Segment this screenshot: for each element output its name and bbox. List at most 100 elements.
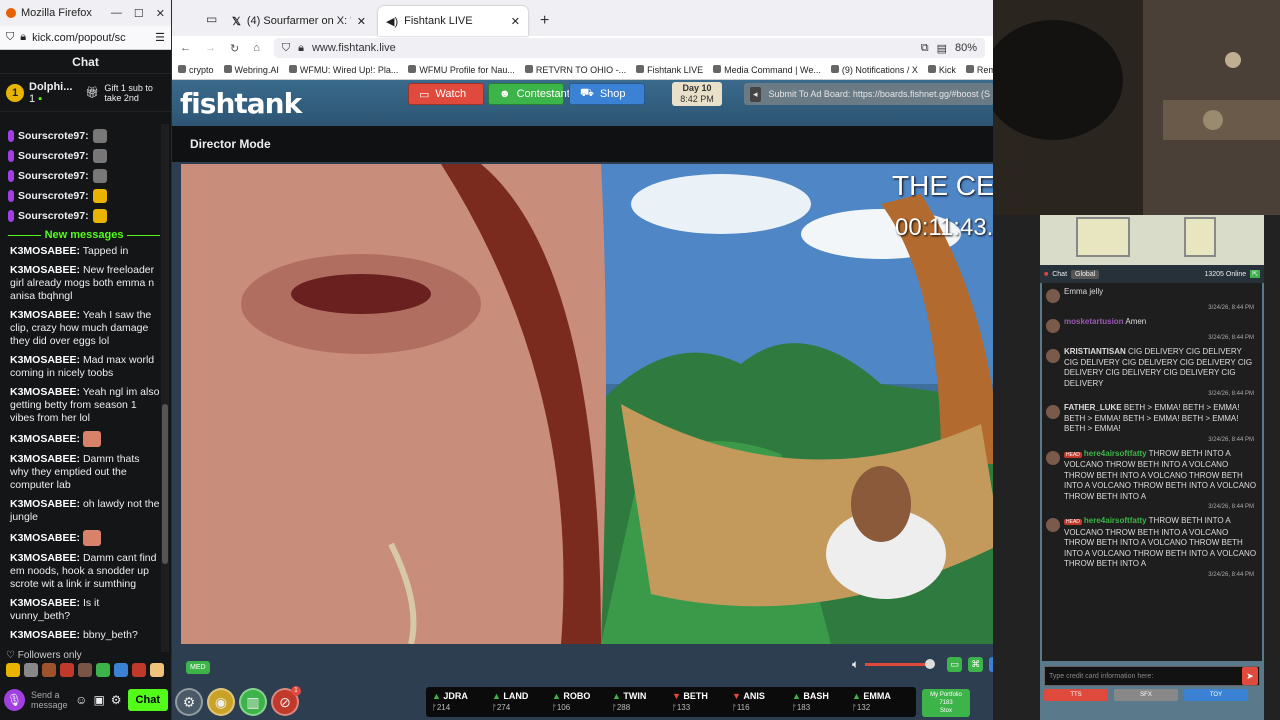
maximize-icon[interactable]: ☐	[134, 7, 144, 20]
ticker-item[interactable]: ▼ ANIS ᚠ116	[732, 691, 786, 713]
kick-username[interactable]: Sourscrote97:	[18, 170, 89, 182]
reload-icon[interactable]: ↻	[230, 42, 239, 55]
home-icon[interactable]: ⌂	[253, 42, 260, 54]
tts-button[interactable]: TTS	[1044, 689, 1108, 701]
bookmark-item[interactable]: WFMU Profile for Nau...	[408, 64, 515, 75]
screenshot-icon[interactable]: ⧉	[921, 42, 929, 55]
chat-username[interactable]: FATHER_LUKE	[1064, 403, 1122, 412]
kick-message-user[interactable]: K3MOSABEE:	[10, 498, 80, 510]
stock-ticker[interactable]: ▲ JDRA ᚠ214 ▲ LAND ᚠ274 ▲ ROBO ᚠ106 ▲ TWIN ᚠ288…	[426, 687, 916, 717]
toy-button[interactable]: TOY	[1184, 689, 1248, 701]
ticker-item[interactable]: ▲ JDRA ᚠ214	[432, 691, 486, 713]
address-bar[interactable]: ⛉ 🔒︎ www.fishtank.live ⧉ ▤ 80%	[273, 38, 985, 58]
bookmark-item[interactable]: Kick	[927, 64, 956, 75]
avatar[interactable]	[1046, 450, 1060, 465]
chat-send-button[interactable]: Chat	[127, 689, 168, 711]
kick-message-user[interactable]: K3MOSABEE:	[10, 552, 80, 564]
chat-input[interactable]: Type credit card information here:	[1044, 666, 1260, 686]
kick-message-user[interactable]: K3MOSABEE:	[10, 245, 80, 257]
audio-icon[interactable]: ◀)	[386, 15, 398, 28]
kick-message-user[interactable]: K3MOSABEE:	[10, 433, 80, 445]
ticker-item[interactable]: ▲ TWIN ᚠ288	[612, 691, 666, 713]
avatar[interactable]	[1046, 518, 1060, 532]
kick-url-text[interactable]: kick.com/popout/sc	[32, 32, 126, 44]
kick-message-user[interactable]: K3MOSABEE:	[10, 532, 80, 544]
pip-icon[interactable]: ▭	[947, 657, 963, 672]
tab-sourfarmer[interactable]: 𝕏 (4) Sourfarmer on X: "New freel ✕	[224, 6, 374, 36]
collapse-icon[interactable]: ◂	[750, 86, 761, 102]
mic-icon[interactable]: 🎙︎	[4, 689, 25, 711]
address-text[interactable]: www.fishtank.live	[312, 42, 396, 54]
new-messages-divider[interactable]: New messages	[8, 229, 160, 241]
kick-message-user[interactable]: K3MOSABEE:	[10, 597, 80, 609]
kick-message-user[interactable]: K3MOSABEE:	[10, 386, 80, 398]
send-icon[interactable]: ➤	[1242, 667, 1258, 685]
sfx-button[interactable]: SFX	[1114, 689, 1178, 701]
close-tab-icon[interactable]: ✕	[357, 15, 366, 28]
back-icon[interactable]: ←	[180, 42, 191, 54]
bookmark-item[interactable]: (9) Notifications / X	[830, 64, 918, 75]
shop-button[interactable]: ⛟ Shop	[569, 83, 645, 105]
expand-icon[interactable]: ⇱	[1250, 270, 1260, 278]
bookmark-item[interactable]: crypto	[178, 64, 214, 75]
kick-message-user[interactable]: K3MOSABEE:	[10, 453, 80, 465]
portfolio-widget[interactable]: My Portfolio 7183 Stox	[922, 689, 970, 717]
kick-username[interactable]: Sourscrote97:	[18, 130, 89, 142]
reader-icon[interactable]: ▤	[937, 42, 947, 55]
bookmark-item[interactable]: Fishtank LIVE	[636, 64, 703, 75]
bookmark-item[interactable]: Webring.AI	[223, 64, 279, 75]
forward-icon[interactable]: →	[205, 42, 216, 54]
bookmark-item[interactable]: Media Command | We...	[713, 64, 821, 75]
ad-board-banner[interactable]: ◂ Submit To Ad Board: https://boards.fish…	[744, 83, 994, 105]
chat-username[interactable]: KRISTIANTISAN	[1064, 347, 1126, 356]
kick-message-user[interactable]: K3MOSABEE:	[10, 309, 80, 321]
send-message-input[interactable]: Send a message	[31, 690, 69, 710]
settings-icon[interactable]: ⚙	[175, 688, 203, 716]
kick-username[interactable]: Sourscrote97:	[18, 190, 89, 202]
minimize-icon[interactable]: —	[111, 7, 122, 20]
new-tab-icon[interactable]: +	[532, 12, 557, 36]
ticker-item[interactable]: ▼ BETH ᚠ133	[672, 691, 726, 713]
bookmark-item[interactable]: WFMU: Wired Up!: Pla...	[288, 64, 398, 75]
kick-username[interactable]: Sourscrote97:	[18, 210, 89, 222]
fishtank-logo[interactable]: fishtank	[180, 87, 302, 120]
avatar[interactable]	[1046, 405, 1060, 419]
close-tab-icon[interactable]: ✕	[511, 15, 520, 28]
store-icon[interactable]: ▣	[93, 693, 104, 707]
avatar[interactable]	[1046, 289, 1060, 303]
cast-icon[interactable]: ⌘	[968, 657, 984, 672]
kick-user-row[interactable]: Sourscrote97:	[8, 146, 160, 166]
kick-message-user[interactable]: K3MOSABEE:	[10, 264, 80, 276]
kick-user-row[interactable]: Sourscrote97:	[8, 126, 160, 146]
bookmark-item[interactable]: Remilia User Profiles	[965, 64, 993, 75]
kick-user-row[interactable]: Sourscrote97:	[8, 166, 160, 186]
ticker-item[interactable]: ▲ BASH ᚠ183	[792, 691, 846, 713]
emoji-icon[interactable]: ☺	[75, 693, 87, 707]
kick-user-row[interactable]: Sourscrote97:	[8, 186, 160, 206]
bookmark-item[interactable]: RETVRN TO OHIO -...	[524, 64, 626, 75]
chat-scope-button[interactable]: Global	[1071, 269, 1100, 279]
inventory-icon[interactable]: ▥	[239, 688, 267, 716]
kick-message-user[interactable]: K3MOSABEE:	[10, 354, 80, 366]
chat-username[interactable]: here4airsoftfatty	[1084, 516, 1147, 525]
ticker-item[interactable]: ▲ EMMA ᚠ132	[852, 691, 906, 713]
kick-urlbar[interactable]: ⛉ 🔒︎ kick.com/popout/sc ☰	[0, 26, 171, 50]
watch-button[interactable]: ▭ Watch	[408, 83, 484, 105]
tab-fishtank[interactable]: ◀) Fishtank LIVE ✕	[378, 6, 528, 36]
emote-row[interactable]	[6, 663, 164, 677]
avatar[interactable]	[1046, 319, 1060, 333]
quality-badge[interactable]: MED	[186, 660, 210, 674]
kick-message-user[interactable]: K3MOSABEE:	[10, 629, 80, 641]
close-icon[interactable]: ✕	[156, 7, 165, 20]
contestants-button[interactable]: ☻ Contestants	[488, 83, 575, 105]
kick-user-row[interactable]: Sourscrote97:	[8, 206, 160, 226]
menu-icon[interactable]: ☰	[155, 31, 165, 44]
ticker-item[interactable]: ▲ LAND ᚠ274	[492, 691, 546, 713]
notifications-icon[interactable]: ⊘ 1	[271, 686, 301, 716]
chat-username[interactable]: here4airsoftfatty	[1084, 449, 1147, 458]
ticker-item[interactable]: ▲ ROBO ᚠ106	[552, 691, 606, 713]
tab-overview-icon[interactable]: ▭	[206, 12, 217, 26]
gift-sub-text[interactable]: Gift 1 sub to take 2nd	[104, 83, 164, 103]
avatar[interactable]	[1046, 349, 1060, 363]
coins-icon[interactable]: ◉	[207, 688, 235, 716]
